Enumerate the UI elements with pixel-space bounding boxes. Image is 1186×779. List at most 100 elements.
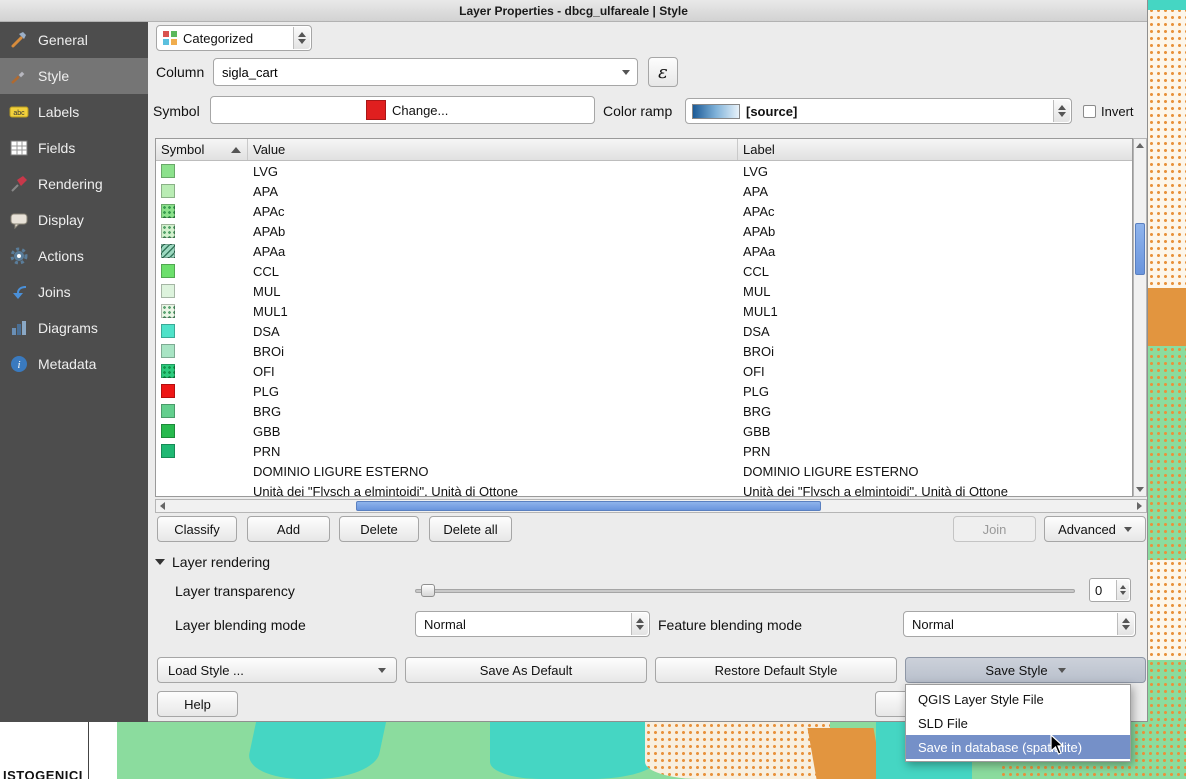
symbol-swatch <box>161 304 175 318</box>
table-row[interactable]: OFI OFI <box>156 361 1132 381</box>
save-as-default-button[interactable]: Save As Default <box>405 657 647 683</box>
map-feature <box>645 722 830 779</box>
table-row[interactable]: DSA DSA <box>156 321 1132 341</box>
symbol-swatch <box>161 244 175 258</box>
help-button[interactable]: Help <box>157 691 238 717</box>
window-title: Layer Properties - dbcg_ulfareale | Styl… <box>459 4 688 18</box>
sidebar-item-label: Labels <box>38 104 79 120</box>
renderer-type-combobox[interactable]: Categorized <box>156 25 312 51</box>
menu-item-sld-file[interactable]: SLD File <box>906 711 1130 735</box>
sidebar-item-diagrams[interactable]: Diagrams <box>0 310 148 346</box>
join-button[interactable]: Join <box>953 516 1036 542</box>
save-style-button[interactable]: Save Style <box>905 657 1146 683</box>
row-label: PLG <box>738 384 1132 399</box>
table-row[interactable]: CCL CCL <box>156 261 1132 281</box>
sidebar-item-metadata[interactable]: i Metadata <box>0 346 148 382</box>
column-header-label[interactable]: Label <box>738 139 1132 160</box>
scroll-down-icon[interactable] <box>1136 487 1144 492</box>
table-row[interactable]: APA APA <box>156 181 1132 201</box>
transparency-spinbox[interactable]: 0 <box>1089 578 1131 602</box>
sort-ascending-icon <box>231 147 241 153</box>
color-ramp-combobox[interactable]: [source] <box>685 98 1072 124</box>
combo-arrows-icon <box>1053 100 1070 122</box>
feature-blending-value: Normal <box>904 617 1116 632</box>
current-symbol-swatch <box>366 100 386 120</box>
map-feature <box>1148 346 1186 560</box>
column-input[interactable] <box>214 65 615 80</box>
combo-arrows-icon <box>293 27 310 49</box>
table-row[interactable]: PLG PLG <box>156 381 1132 401</box>
scroll-left-icon[interactable] <box>160 502 165 510</box>
symbol-classes-table[interactable]: Symbol Value Label LVG LVG APA APA APAc … <box>155 138 1133 497</box>
row-value: APAb <box>248 224 738 239</box>
table-row[interactable]: DOMINIO LIGURE ESTERNO DOMINIO LIGURE ES… <box>156 461 1132 481</box>
sidebar-item-display[interactable]: Display <box>0 202 148 238</box>
spinbox-arrows-icon[interactable] <box>1116 580 1129 600</box>
svg-text:abc: abc <box>13 110 25 117</box>
combo-arrows-icon <box>631 613 648 635</box>
sidebar-item-fields[interactable]: Fields <box>0 130 148 166</box>
chevron-down-icon[interactable] <box>615 59 637 85</box>
scroll-right-icon[interactable] <box>1137 502 1142 510</box>
collapse-arrow-icon <box>155 559 165 565</box>
layer-rendering-section[interactable]: Layer rendering <box>155 554 270 570</box>
horizontal-scrollbar[interactable] <box>155 499 1147 513</box>
slider-groove[interactable] <box>415 589 1075 593</box>
slider-handle[interactable] <box>421 584 435 597</box>
restore-default-style-button[interactable]: Restore Default Style <box>655 657 897 683</box>
sidebar-item-label: Actions <box>38 248 84 264</box>
table-row[interactable]: PRN PRN <box>156 441 1132 461</box>
table-row[interactable]: MUL MUL <box>156 281 1132 301</box>
advanced-button[interactable]: Advanced <box>1044 516 1146 542</box>
column-combobox[interactable] <box>213 58 638 86</box>
table-row[interactable]: BROi BROi <box>156 341 1132 361</box>
sidebar-item-labels[interactable]: abc Labels <box>0 94 148 130</box>
table-row[interactable]: APAb APAb <box>156 221 1132 241</box>
partial-hidden-button[interactable] <box>875 691 909 717</box>
map-preview-right <box>1148 0 1186 779</box>
horizontal-scroll-thumb[interactable] <box>356 501 821 511</box>
menu-item-qgis-layer-style-file[interactable]: QGIS Layer Style File <box>906 687 1130 711</box>
delete-button[interactable]: Delete <box>339 516 419 542</box>
table-row[interactable]: GBB GBB <box>156 421 1132 441</box>
sidebar-item-actions[interactable]: Actions <box>0 238 148 274</box>
color-ramp-value: [source] <box>740 104 1052 119</box>
menu-item-save-in-database[interactable]: Save in database (spatialite) <box>906 735 1130 759</box>
renderer-type-value: Categorized <box>178 31 292 46</box>
vertical-scrollbar[interactable] <box>1133 138 1147 497</box>
table-row[interactable]: MUL1 MUL1 <box>156 301 1132 321</box>
transparency-slider[interactable] <box>415 584 1075 598</box>
layer-blending-value: Normal <box>416 617 630 632</box>
column-header-symbol[interactable]: Symbol <box>156 139 248 160</box>
sidebar-item-rendering[interactable]: Rendering <box>0 166 148 202</box>
bar-chart-icon <box>9 318 29 338</box>
sidebar-item-general[interactable]: General <box>0 22 148 58</box>
sidebar-item-style[interactable]: Style <box>0 58 148 94</box>
load-style-button[interactable]: Load Style ... <box>157 657 397 683</box>
scroll-up-icon[interactable] <box>1136 143 1144 148</box>
invert-checkbox[interactable] <box>1083 105 1096 118</box>
classify-button[interactable]: Classify <box>157 516 237 542</box>
table-row[interactable]: LVG LVG <box>156 161 1132 181</box>
map-feature <box>490 722 660 779</box>
delete-all-button[interactable]: Delete all <box>429 516 512 542</box>
table-row[interactable]: BRG BRG <box>156 401 1132 421</box>
column-header-value[interactable]: Value <box>248 139 738 160</box>
symbol-swatch <box>161 264 175 278</box>
row-value: APAa <box>248 244 738 259</box>
row-label: DOMINIO LIGURE ESTERNO <box>738 464 1132 479</box>
add-button[interactable]: Add <box>247 516 330 542</box>
table-row[interactable]: APAc APAc <box>156 201 1132 221</box>
sidebar-item-joins[interactable]: Joins <box>0 274 148 310</box>
column-label: Column <box>156 64 204 80</box>
row-label: Unità dei "Flysch a elmintoidi". Unità d… <box>738 484 1132 498</box>
symbol-change-button[interactable]: Change... <box>210 96 595 124</box>
titlebar[interactable]: Layer Properties - dbcg_ulfareale | Styl… <box>0 0 1147 22</box>
expression-builder-button[interactable]: ε <box>648 57 678 87</box>
feature-blending-combobox[interactable]: Normal <box>903 611 1136 637</box>
table-row[interactable]: APAa APAa <box>156 241 1132 261</box>
layer-blending-combobox[interactable]: Normal <box>415 611 650 637</box>
table-row[interactable]: Unità dei "Flysch a elmintoidi". Unità d… <box>156 481 1132 497</box>
map-feature <box>1148 288 1186 346</box>
vertical-scroll-thumb[interactable] <box>1135 223 1145 275</box>
